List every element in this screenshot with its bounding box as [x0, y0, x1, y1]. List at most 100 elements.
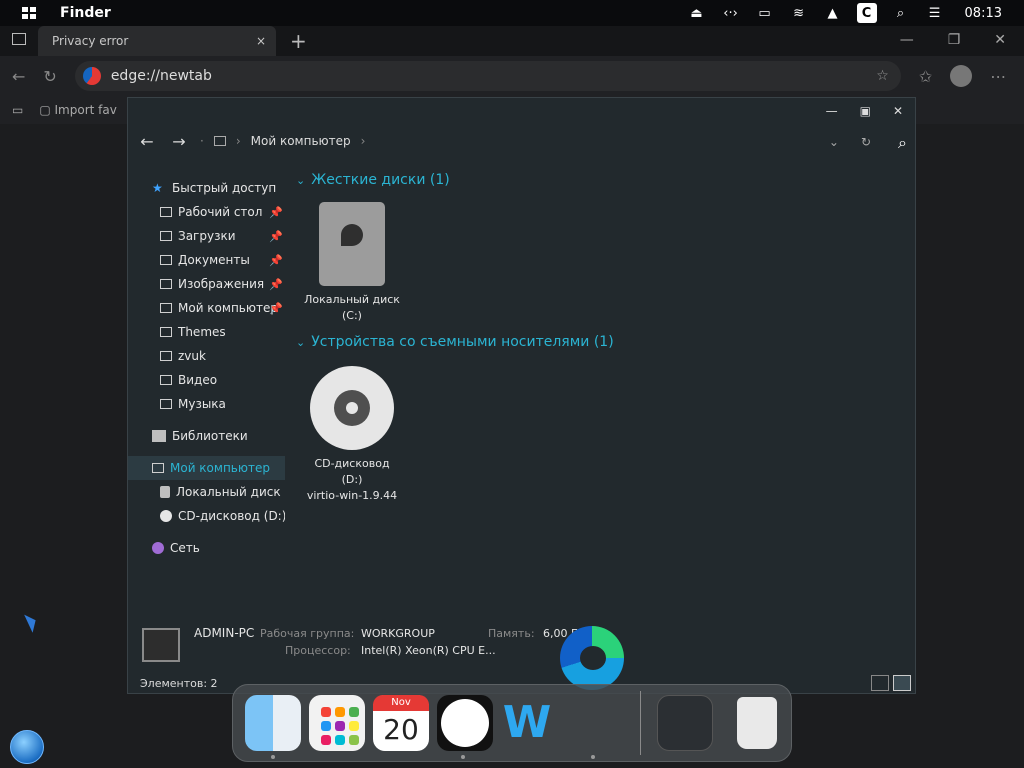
- monitor-icon[interactable]: ▭: [755, 3, 775, 23]
- cpu-value: Intel(R) Xeon(R) CPU E...: [361, 644, 496, 657]
- search-icon[interactable]: ⌕: [898, 133, 907, 153]
- sidebar-item-pictures[interactable]: Изображения 📌: [128, 272, 285, 296]
- group-header-label: Жесткие диски (1): [311, 172, 450, 188]
- tab-title: Privacy error: [52, 34, 129, 48]
- clock[interactable]: 08:13: [965, 3, 1002, 23]
- close-button[interactable]: ✕: [994, 32, 1006, 48]
- start-orb-icon[interactable]: [10, 730, 44, 764]
- sidebar-item-network[interactable]: Сеть: [128, 536, 285, 560]
- separator: ›: [235, 134, 241, 148]
- details-view-icon[interactable]: [871, 675, 889, 691]
- drive-c-tile[interactable]: Локальный диск (C:): [302, 202, 402, 324]
- sidebar-item-label: Быстрый доступ: [172, 181, 277, 195]
- sidebar-item-drive-c[interactable]: Локальный диск (C: [128, 480, 285, 504]
- sidebar-item-my-computer[interactable]: Мой компьютер: [128, 456, 285, 480]
- explorer-titlebar: — ▣ ✕: [128, 98, 915, 124]
- app-c-icon[interactable]: C: [856, 3, 877, 23]
- sidebar-item-label: Видео: [178, 373, 218, 387]
- active-app-name[interactable]: Finder: [60, 5, 111, 21]
- refresh-icon[interactable]: ↻: [861, 135, 871, 149]
- separator: ›: [360, 134, 366, 148]
- calendar-icon[interactable]: Nov 20: [373, 695, 429, 751]
- sidebar-item-label: Библиотеки: [172, 429, 248, 443]
- favorites-icon[interactable]: ✩: [919, 67, 932, 86]
- chevron-down-icon[interactable]: ⌄: [829, 135, 839, 149]
- sidebar-item-my-computer-quick[interactable]: Мой компьютер 📌: [128, 296, 285, 320]
- drive-d-tile[interactable]: CD-дисковод (D:) virtio-win-1.9.44: [302, 366, 402, 504]
- back-icon[interactable]: ←: [12, 67, 25, 86]
- sidebar-item-libraries[interactable]: Библиотеки: [128, 424, 285, 448]
- group-header-hard-disks[interactable]: ⌄ Жесткие диски (1): [296, 172, 450, 188]
- cd-drive-icon: [310, 366, 394, 450]
- cpu-label: Процессор:: [285, 644, 351, 657]
- back-arrow-icon[interactable]: ←: [136, 132, 158, 151]
- minimize-button[interactable]: —: [900, 32, 914, 48]
- breadcrumb[interactable]: Мой компьютер: [251, 134, 351, 148]
- sidebar-item-drive-d[interactable]: CD-дисковод (D:) v: [128, 504, 285, 528]
- reading-icon[interactable]: ▭: [12, 103, 23, 117]
- address-actions: ⌄ ↻: [829, 135, 871, 149]
- star-icon: ★: [152, 181, 163, 195]
- computer-small-icon: [213, 136, 226, 146]
- computer-icon: [142, 628, 180, 662]
- hard-disk-icon: [160, 486, 170, 498]
- tile-label: Локальный диск: [304, 293, 400, 306]
- sidebar-item-themes[interactable]: Themes: [128, 320, 285, 344]
- new-tab-button[interactable]: +: [290, 29, 307, 53]
- forward-arrow-icon[interactable]: →: [168, 132, 190, 151]
- cd-icon: [160, 510, 172, 522]
- search-icon[interactable]: ⌕: [891, 3, 911, 23]
- control-center-icon[interactable]: ☰: [925, 3, 945, 23]
- windows-logo-icon[interactable]: [22, 6, 42, 20]
- eject-icon[interactable]: ⏏: [687, 3, 707, 23]
- workgroup-value: WORKGROUP: [361, 627, 435, 640]
- tile-label: (D:): [341, 473, 363, 486]
- wifi-off-icon[interactable]: ≋: [789, 3, 809, 23]
- close-button[interactable]: ✕: [893, 104, 903, 118]
- tab-actions-icon[interactable]: [12, 33, 26, 45]
- more-icon[interactable]: ⋯: [990, 67, 1006, 86]
- sidebar-item-zvuk[interactable]: zvuk: [128, 344, 285, 368]
- maximize-button[interactable]: ▣: [860, 104, 871, 118]
- sidebar-item-label: Музыка: [178, 397, 226, 411]
- profile-avatar[interactable]: [950, 65, 973, 87]
- network-code-icon[interactable]: ‹·›: [721, 3, 741, 23]
- sidebar-item-documents[interactable]: Документы 📌: [128, 248, 285, 272]
- calendar-month: Nov: [373, 695, 429, 711]
- navigation-pane: ★ Быстрый доступ Рабочий стол 📌 Загрузки 📌…: [128, 176, 285, 606]
- group-header-removable[interactable]: ⌄ Устройства со съемными носителями (1): [296, 334, 614, 350]
- tab-privacy-error[interactable]: Privacy error ×: [38, 26, 276, 56]
- sidebar-item-label: Мой компьютер: [178, 301, 278, 315]
- clock-face: [441, 699, 489, 747]
- eject-up-icon[interactable]: ▲: [823, 3, 843, 23]
- sidebar-item-video[interactable]: Видео: [128, 368, 285, 392]
- refresh-icon[interactable]: ↻: [43, 67, 56, 86]
- clock-icon[interactable]: [437, 695, 493, 751]
- favorite-star-icon[interactable]: ☆: [876, 68, 889, 84]
- tiles-view-icon[interactable]: [893, 675, 911, 691]
- pin-icon: 📌: [269, 253, 283, 267]
- calendar-day: 20: [383, 713, 419, 746]
- pin-icon: 📌: [269, 277, 283, 291]
- sidebar-item-music[interactable]: Музыка: [128, 392, 285, 416]
- pin-icon: 📌: [269, 229, 283, 243]
- url-field[interactable]: edge://newtab ☆: [74, 61, 901, 91]
- edge-logo-icon[interactable]: [560, 626, 624, 690]
- sidebar-item-desktop[interactable]: Рабочий стол 📌: [128, 200, 285, 224]
- maximize-button[interactable]: ❐: [948, 32, 961, 48]
- import-favorites-link[interactable]: ▢ Import fav: [39, 103, 116, 117]
- finder-icon[interactable]: [245, 695, 301, 751]
- launchpad-icon[interactable]: [309, 695, 365, 751]
- terminal-icon[interactable]: [657, 695, 713, 751]
- sidebar-item-label: Сеть: [170, 541, 200, 555]
- url-text: edge://newtab: [110, 68, 212, 84]
- sidebar-item-quick-access[interactable]: ★ Быстрый доступ: [128, 176, 285, 200]
- w-app-icon[interactable]: W: [499, 695, 555, 751]
- dock: Nov 20 W: [232, 684, 792, 762]
- trash-icon[interactable]: [729, 695, 785, 751]
- workgroup-label: Рабочая группа:: [260, 627, 355, 640]
- minimize-button[interactable]: —: [826, 104, 838, 118]
- explorer-address-bar: ← → · › Мой компьютер › ⌄ ↻ ⌕: [128, 124, 915, 158]
- close-icon[interactable]: ×: [256, 34, 266, 48]
- sidebar-item-downloads[interactable]: Загрузки 📌: [128, 224, 285, 248]
